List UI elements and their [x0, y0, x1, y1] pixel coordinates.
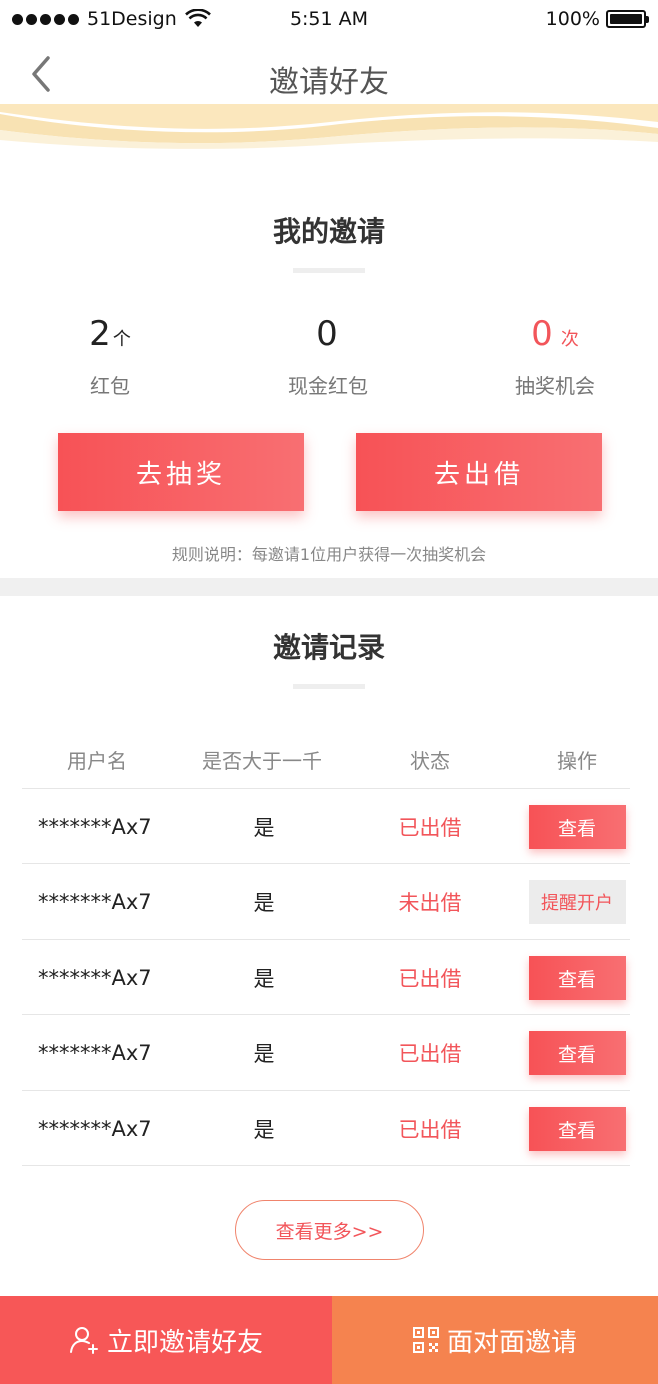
table-row: *******Ax7 是 已出借 查看 [22, 939, 630, 1015]
action-cell: 查看 [522, 940, 632, 1016]
status-cell: 已出借 [398, 1118, 462, 1142]
table-bottom-border [22, 1165, 630, 1166]
page-title: 邀请好友 [269, 65, 389, 100]
over-1000-cell: 是 [253, 891, 275, 915]
go-lottery-button[interactable]: 去抽奖 [58, 433, 304, 511]
col-header-action: 操作 [557, 749, 597, 773]
title-underline [293, 268, 365, 273]
view-button[interactable]: 查看 [528, 1107, 626, 1151]
face-to-face-label: 面对面邀请 [446, 1327, 577, 1358]
username-cell: *******Ax7 [38, 1117, 152, 1141]
battery-icon [606, 10, 649, 28]
stat-label: 现金红包 [288, 374, 368, 398]
title-underline [293, 684, 365, 689]
qr-code-icon [412, 1327, 439, 1353]
username-cell: *******Ax7 [38, 966, 152, 990]
invite-now-button[interactable]: 立即邀请好友 [0, 1296, 332, 1384]
stat-lottery-chance: 0次 抽奖机会 [445, 314, 658, 399]
status-cell: 已出借 [398, 1042, 462, 1066]
status-cell: 未出借 [398, 891, 462, 915]
view-more-button[interactable]: 查看更多>> [235, 1200, 424, 1260]
decorative-wave [0, 104, 658, 149]
face-to-face-invite-button[interactable]: 面对面邀请 [332, 1296, 658, 1384]
col-header-status: 状态 [410, 749, 450, 773]
stat-label: 红包 [90, 374, 130, 398]
over-1000-cell: 是 [253, 816, 275, 840]
view-button[interactable]: 查看 [528, 956, 626, 1000]
over-1000-cell: 是 [253, 1042, 275, 1066]
status-cell: 已出借 [398, 816, 462, 840]
stat-label: 抽奖机会 [515, 374, 595, 398]
username-cell: *******Ax7 [38, 1041, 152, 1065]
table-row: *******Ax7 是 已出借 查看 [22, 788, 630, 864]
nav-bar: 邀请好友 [0, 40, 658, 112]
table-row: *******Ax7 是 已出借 查看 [22, 1014, 630, 1090]
records-title: 邀请记录 [272, 631, 385, 664]
my-invite-title: 我的邀请 [272, 215, 385, 248]
invite-now-label: 立即邀请好友 [106, 1327, 263, 1358]
remind-open-account-button[interactable]: 提醒开户 [528, 880, 626, 924]
user-add-icon [69, 1327, 98, 1354]
section-divider [0, 578, 658, 596]
view-button[interactable]: 查看 [528, 805, 626, 849]
battery-status: 100% [545, 8, 649, 30]
username-cell: *******Ax7 [38, 890, 152, 914]
table-row: *******Ax7 是 已出借 查看 [22, 1090, 630, 1166]
action-cell: 查看 [522, 1091, 632, 1167]
status-cell: 已出借 [398, 967, 462, 991]
over-1000-cell: 是 [253, 967, 275, 991]
go-lend-button[interactable]: 去出借 [356, 433, 602, 511]
stat-cash-packet: 0 现金红包 [218, 314, 438, 399]
status-bar: 51Design 5:51 AM 100% [0, 0, 658, 40]
view-button[interactable]: 查看 [528, 1031, 626, 1075]
stat-red-packet: 2个 红包 [0, 314, 220, 399]
col-header-username: 用户名 [67, 749, 127, 773]
rule-text: 规则说明：每邀请1位用户获得一次抽奖机会 [171, 545, 487, 564]
battery-percent: 100% [545, 8, 600, 30]
over-1000-cell: 是 [253, 1118, 275, 1142]
action-cell: 提醒开户 [522, 864, 632, 940]
action-cell: 查看 [522, 1015, 632, 1091]
table-row: *******Ax7 是 未出借 提醒开户 [22, 863, 630, 939]
action-cell: 查看 [522, 789, 632, 865]
stat-value: 0次 [531, 314, 579, 354]
col-header-over-1000: 是否大于一千 [202, 749, 322, 773]
stat-value: 2个 [89, 314, 131, 354]
stat-value: 0 [316, 314, 338, 354]
username-cell: *******Ax7 [38, 815, 152, 839]
